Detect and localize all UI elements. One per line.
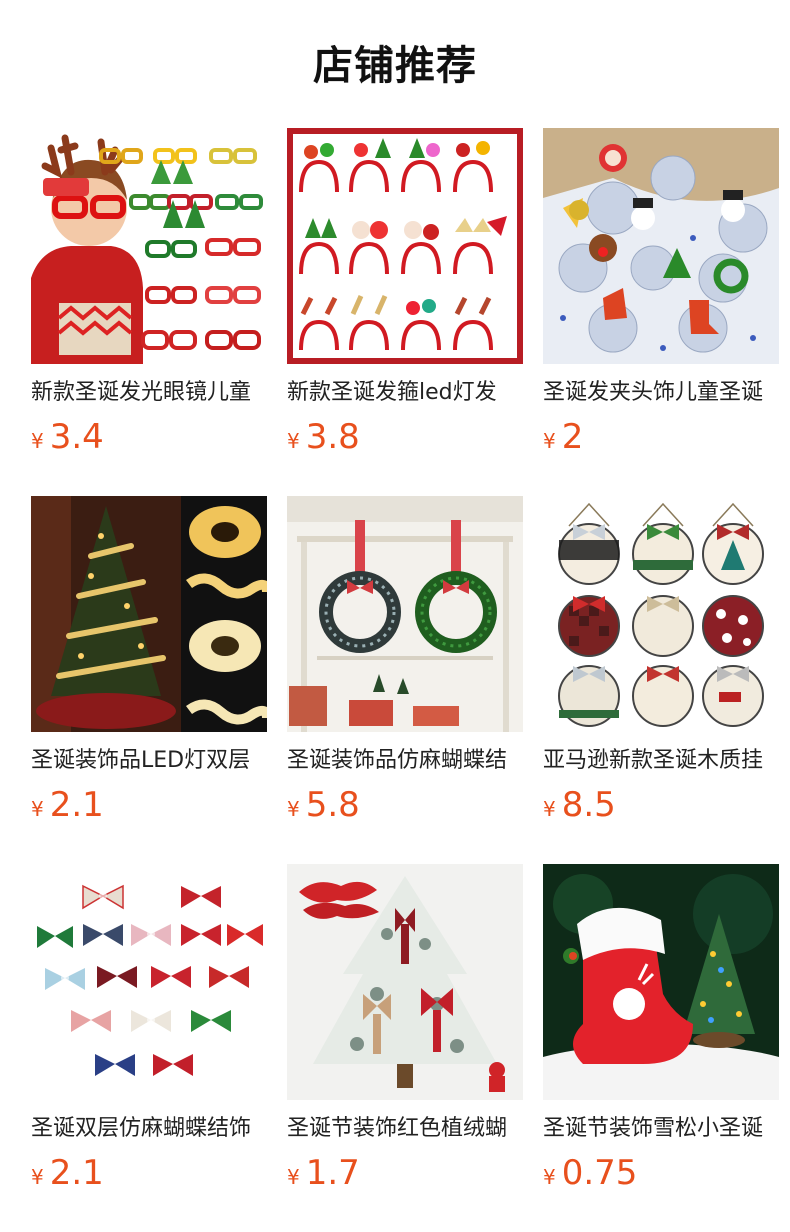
price-row: ¥8.5 (543, 784, 779, 826)
product-name[interactable]: 圣诞装饰品仿麻蝴蝶结 (287, 744, 523, 778)
product-price: 2 (561, 417, 584, 457)
product-name[interactable]: 圣诞发夹头饰儿童圣诞 (543, 376, 779, 410)
product-name[interactable]: 新款圣诞发光眼镜儿童 (31, 376, 267, 410)
currency-symbol: ¥ (543, 1165, 556, 1189)
currency-symbol: ¥ (287, 429, 300, 453)
currency-symbol: ¥ (31, 1165, 44, 1189)
product-name[interactable]: 亚马逊新款圣诞木质挂 (543, 744, 779, 778)
product-name[interactable]: 圣诞节装饰红色植绒蝴 (287, 1112, 523, 1146)
product-image[interactable] (31, 496, 267, 732)
product-image[interactable] (543, 128, 779, 364)
product-card[interactable]: 圣诞装饰品仿麻蝴蝶结 ¥5.8 (287, 496, 523, 864)
product-price: 1.7 (305, 1153, 360, 1193)
price-row: ¥1.7 (287, 1152, 523, 1194)
product-price: 2.1 (49, 1153, 104, 1193)
currency-symbol: ¥ (31, 797, 44, 821)
price-row: ¥2 (543, 416, 779, 458)
product-image[interactable] (287, 496, 523, 732)
product-image[interactable] (287, 864, 523, 1100)
product-name[interactable]: 圣诞双层仿麻蝴蝶结饰 (31, 1112, 267, 1146)
product-grid: 新款圣诞发光眼镜儿童 ¥3.4 新款圣诞发箍led灯发 ¥ 3.8 圣诞发夹头饰… (31, 128, 779, 1232)
product-image[interactable] (31, 128, 267, 364)
product-price: 2.1 (49, 785, 104, 825)
product-card[interactable]: 新款圣诞发光眼镜儿童 ¥3.4 (31, 128, 267, 496)
price-row: ¥2.1 (31, 784, 267, 826)
product-name[interactable]: 新款圣诞发箍led灯发 (287, 376, 523, 410)
product-price: 0.75 (561, 1153, 638, 1193)
product-price: 3.4 (49, 417, 104, 457)
currency-symbol: ¥ (287, 797, 300, 821)
section-title: 店铺推荐 (313, 43, 477, 89)
currency-symbol: ¥ (543, 429, 556, 453)
product-image[interactable] (287, 128, 523, 364)
product-card[interactable]: 圣诞节装饰红色植绒蝴 ¥1.7 (287, 864, 523, 1232)
price-row: ¥3.8 (287, 416, 523, 458)
product-price: 5.8 (305, 785, 360, 825)
product-price: 8.5 (561, 785, 616, 825)
product-name[interactable]: 圣诞装饰品LED灯双层 (31, 744, 267, 778)
price-row: ¥5.8 (287, 784, 523, 826)
product-card[interactable]: 圣诞节装饰雪松小圣诞 ¥0.75 (543, 864, 779, 1232)
currency-symbol: ¥ (31, 429, 44, 453)
product-image[interactable] (543, 864, 779, 1100)
product-name[interactable]: 圣诞节装饰雪松小圣诞 (543, 1112, 779, 1146)
currency-symbol: ¥ (543, 797, 556, 821)
product-card[interactable]: 新款圣诞发箍led灯发 ¥3.8 (287, 128, 523, 496)
price-row: ¥0.75 (543, 1152, 779, 1194)
product-image[interactable] (543, 496, 779, 732)
currency-symbol: ¥ (287, 1165, 300, 1189)
product-card[interactable]: 圣诞发夹头饰儿童圣诞 ¥2 (543, 128, 779, 496)
product-card[interactable]: 圣诞装饰品LED灯双层 ¥2.1 (31, 496, 267, 864)
product-card[interactable]: 圣诞双层仿麻蝴蝶结饰 ¥2.1 (31, 864, 267, 1232)
product-card[interactable]: 亚马逊新款圣诞木质挂 ¥8.5 (543, 496, 779, 864)
price-row: ¥3.4 (31, 416, 267, 458)
price-row: ¥2.1 (31, 1152, 267, 1194)
product-price: 3.8 (305, 417, 360, 457)
product-image[interactable] (31, 864, 267, 1100)
